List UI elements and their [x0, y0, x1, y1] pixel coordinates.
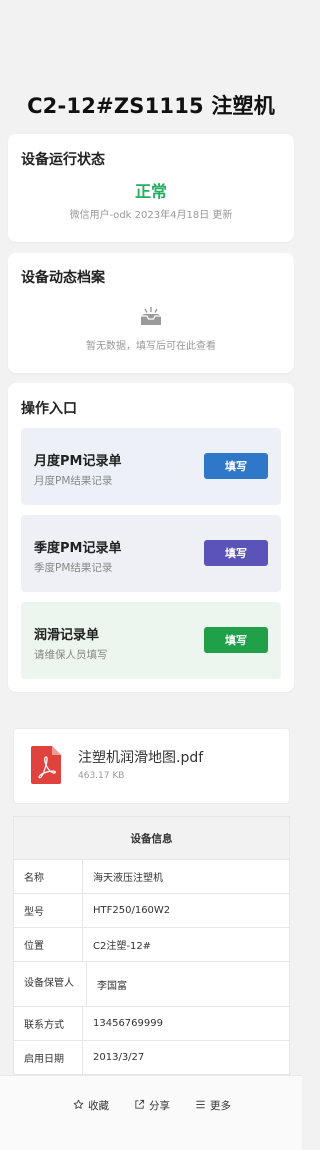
table-row: 型号 HTF250/160W2 — [14, 894, 289, 928]
op-item-desc: 月度PM结果记录 — [34, 475, 113, 487]
row-value: HTF250/160W2 — [93, 905, 171, 916]
row-value: 海天液压注塑机 — [93, 873, 163, 884]
device-info-table: 设备信息 名称 海天液压注塑机 型号 HTF250/160W2 位置 C2注塑-… — [13, 816, 290, 1075]
attachment-size: 463.17 KB — [78, 771, 125, 781]
table-row: 联系方式 13456769999 — [14, 1007, 289, 1041]
attachment-card[interactable]: 注塑机润滑地图.pdf 463.17 KB — [13, 728, 290, 804]
op-item-name: 润滑记录单 — [34, 628, 100, 643]
share-label: 分享 — [149, 1100, 170, 1112]
row-label: 位置 — [14, 928, 83, 961]
op-item-monthly-pm[interactable]: 月度PM记录单 月度PM结果记录 填写 — [21, 428, 281, 505]
row-label: 型号 — [14, 894, 83, 927]
bottom-action-bar: 收藏 分享 更多 — [0, 1075, 302, 1150]
operations-card-title: 操作入口 — [21, 401, 77, 417]
page-title: C2-12#ZS1115 注塑机 — [27, 94, 275, 118]
favorite-label: 收藏 — [88, 1100, 109, 1112]
row-label: 名称 — [14, 860, 83, 893]
more-button[interactable]: 更多 — [195, 1098, 231, 1113]
archive-card-title: 设备动态档案 — [21, 270, 105, 286]
star-icon — [73, 1099, 88, 1113]
attachment-name[interactable]: 注塑机润滑地图.pdf — [78, 747, 203, 767]
op-item-name: 月度PM记录单 — [34, 454, 122, 469]
device-info-title: 设备信息 — [14, 817, 289, 860]
status-update-meta: 微信用户-odk 2023年4月18日 更新 — [69, 210, 233, 221]
pdf-icon — [31, 746, 61, 788]
fill-monthly-pm-button[interactable]: 填写 — [204, 453, 268, 479]
status-card-title: 设备运行状态 — [21, 152, 105, 168]
fill-quarterly-pm-button[interactable]: 填写 — [204, 540, 268, 566]
row-value: C2注塑-12# — [93, 941, 152, 952]
more-label: 更多 — [210, 1100, 231, 1112]
op-item-name: 季度PM记录单 — [34, 541, 122, 556]
inbox-empty-icon — [140, 306, 162, 330]
status-card: 设备运行状态 正常 微信用户-odk 2023年4月18日 更新 — [8, 134, 294, 242]
row-value: 13456769999 — [93, 1018, 163, 1029]
row-value: 2013/3/27 — [93, 1052, 145, 1063]
share-button[interactable]: 分享 — [134, 1098, 170, 1113]
share-icon — [134, 1099, 149, 1113]
op-item-desc: 请维保人员填写 — [34, 649, 108, 661]
status-value: 正常 — [134, 182, 167, 201]
op-item-lubrication[interactable]: 润滑记录单 请维保人员填写 填写 — [21, 602, 281, 679]
table-row: 位置 C2注塑-12# — [14, 928, 289, 962]
row-label: 联系方式 — [14, 1007, 83, 1040]
archive-card: 设备动态档案 暂无数据，填写后可在此查看 — [8, 253, 294, 373]
favorite-button[interactable]: 收藏 — [73, 1098, 109, 1113]
row-label: 设备保管人 — [14, 962, 87, 1006]
table-row: 启用日期 2013/3/27 — [14, 1041, 289, 1074]
op-item-desc: 季度PM结果记录 — [34, 562, 113, 574]
op-item-quarterly-pm[interactable]: 季度PM记录单 季度PM结果记录 填写 — [21, 515, 281, 592]
menu-icon — [195, 1099, 210, 1113]
row-label: 启用日期 — [14, 1041, 83, 1074]
empty-state-text: 暂无数据，填写后可在此查看 — [86, 341, 216, 352]
fill-lubrication-button[interactable]: 填写 — [204, 627, 268, 653]
row-value: 李国富 — [97, 980, 127, 992]
operations-card: 操作入口 月度PM记录单 月度PM结果记录 填写 季度PM记录单 季度PM结果记… — [8, 383, 294, 692]
table-row: 设备保管人 李国富 — [14, 962, 289, 1007]
table-row: 名称 海天液压注塑机 — [14, 860, 289, 894]
